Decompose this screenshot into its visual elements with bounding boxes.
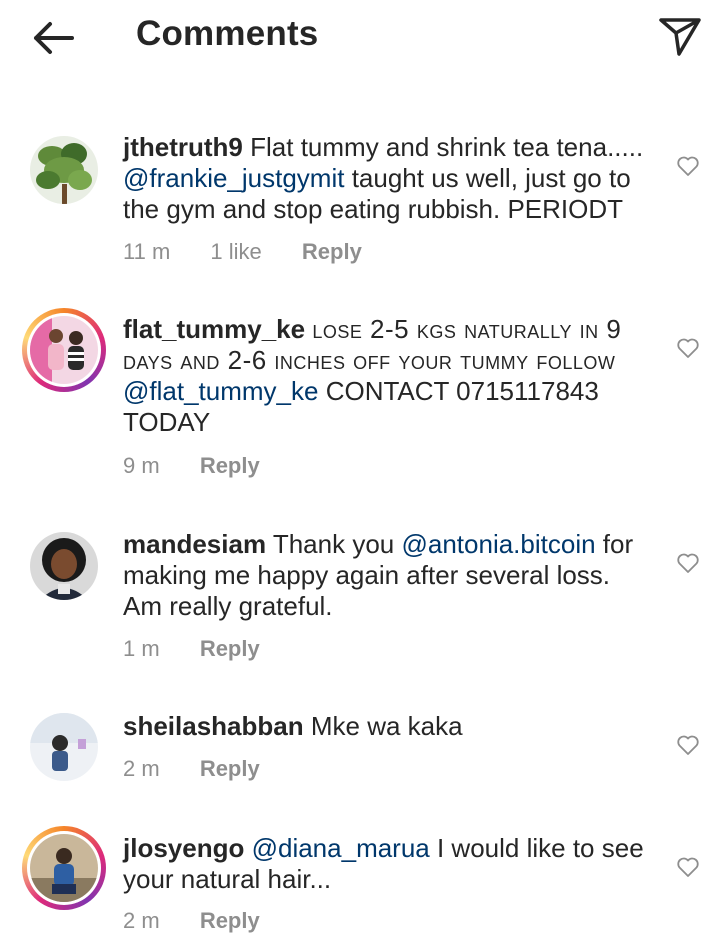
avatar[interactable] [30,136,98,204]
share-button[interactable] [655,12,705,58]
reply-button[interactable]: Reply [200,636,260,661]
heart-icon[interactable] [676,337,700,359]
mention-link[interactable]: @diana_marua [252,833,430,863]
timestamp: 1 m [123,636,160,661]
avatar[interactable] [30,532,98,600]
mention-link[interactable]: @frankie_justgymit [123,163,344,193]
paper-plane-icon [659,18,701,56]
comment-text: Mke wa kaka [310,711,463,741]
top-bar: Comments [0,0,720,80]
timestamp: 11 m [123,239,171,264]
heart-icon[interactable] [676,552,700,574]
avatar[interactable] [22,308,106,392]
comment-text: Flat tummy and shrink tea tena..... [250,132,644,162]
comment-text: Thank you [272,529,402,559]
reply-button[interactable]: Reply [200,908,260,933]
mention-link[interactable]: @flat_tummy_ke [123,376,318,406]
username[interactable]: jthetruth9 [123,132,243,162]
page-title: Comments [136,14,319,53]
heart-icon[interactable] [676,856,700,878]
like-count[interactable]: 1 like [210,239,261,264]
arrow-left-icon [34,22,74,54]
reply-button[interactable]: Reply [200,756,260,781]
timestamp: 2 m [123,908,160,933]
timestamp: 2 m [123,756,160,781]
avatar[interactable] [22,826,106,910]
mention-link[interactable]: @antonia.bitcoin [401,529,595,559]
username[interactable]: sheilashabban [123,711,304,741]
username[interactable]: jlosyengo [123,833,244,863]
heart-icon[interactable] [676,155,700,177]
reply-button[interactable]: Reply [302,239,362,264]
timestamp: 9 m [123,453,160,478]
heart-icon[interactable] [676,734,700,756]
avatar[interactable] [30,713,98,781]
back-button[interactable] [28,14,78,60]
username[interactable]: mandesiam [123,529,266,559]
reply-button[interactable]: Reply [200,453,260,478]
username[interactable]: flat_tummy_ke [123,314,305,344]
